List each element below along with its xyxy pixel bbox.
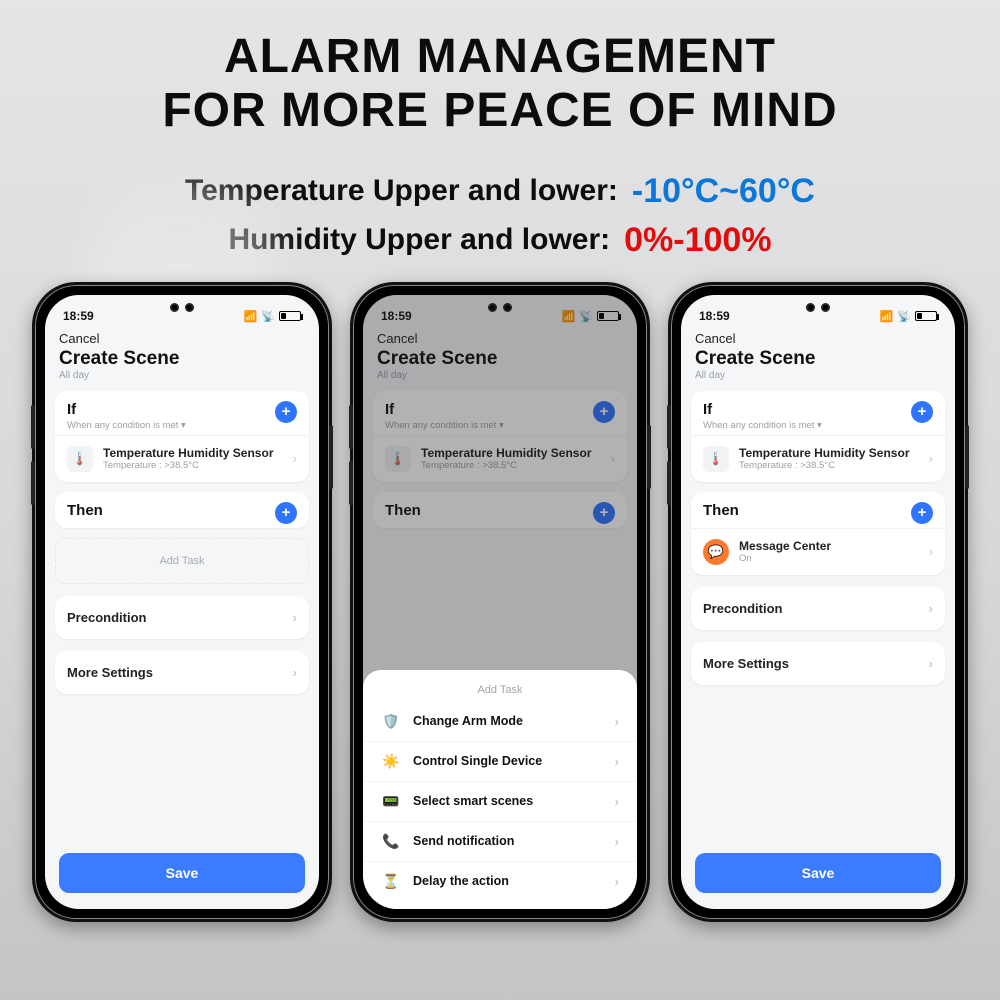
then-card: Then + [55, 492, 309, 528]
all-day-label: All day [45, 370, 319, 381]
battery-icon [915, 311, 937, 321]
condition-row[interactable]: 🌡️ Temperature Humidity Sensor Temperatu… [691, 435, 945, 482]
phone-mockup-3: 18:59 📶 📡 Cancel Create Scene All day If… [668, 282, 968, 922]
more-settings-label: More Settings [67, 665, 153, 680]
task-title: Message Center [739, 539, 919, 553]
add-condition-button[interactable]: + [275, 401, 297, 423]
more-settings-row[interactable]: More Settings › [691, 642, 945, 685]
option-icon: 📞 [381, 833, 401, 850]
chevron-right-icon: › [293, 610, 297, 625]
wifi-icon: 📡 [261, 310, 275, 323]
more-settings-row[interactable]: More Settings › [55, 651, 309, 694]
if-subtitle[interactable]: When any condition is met ▾ [703, 420, 822, 431]
sheet-title: Add Task [363, 680, 637, 702]
option-label: Control Single Device [413, 754, 542, 768]
option-icon: 🛡️ [381, 713, 401, 730]
thermometer-icon: 🌡️ [67, 446, 93, 472]
signal-icon: 📶 [244, 310, 258, 323]
sensor-name: Temperature Humidity Sensor [103, 446, 283, 460]
phone-mockup-1: 18:59 📶 📡 Cancel Create Scene All day If… [32, 282, 332, 922]
option-icon: ⏳ [381, 873, 401, 890]
sheet-option-4[interactable]: ⏳ Delay the action › [363, 861, 637, 901]
wifi-icon: 📡 [897, 310, 911, 323]
then-title: Then [703, 502, 739, 519]
add-condition-button[interactable]: + [911, 401, 933, 423]
thermometer-icon: 🌡️ [703, 446, 729, 472]
then-card: Then + 💬 Message Center On › [691, 492, 945, 575]
precondition-row[interactable]: Precondition › [55, 596, 309, 639]
save-button[interactable]: Save [59, 853, 305, 893]
cancel-button[interactable]: Cancel [695, 331, 735, 346]
if-card: If When any condition is met ▾ + 🌡️ Temp… [691, 391, 945, 482]
option-label: Delay the action [413, 874, 509, 888]
precondition-label: Precondition [67, 610, 146, 625]
if-card: If When any condition is met ▾ + 🌡️ Temp… [55, 391, 309, 482]
precondition-label: Precondition [703, 601, 782, 616]
if-title: If [67, 401, 186, 418]
battery-icon [279, 311, 301, 321]
chevron-right-icon: › [615, 874, 619, 889]
option-label: Select smart scenes [413, 794, 533, 808]
page-title: Create Scene [59, 348, 305, 370]
chevron-right-icon: › [929, 656, 933, 671]
page-title: Create Scene [695, 348, 941, 370]
then-title: Then [67, 502, 103, 519]
headline-line2: FOR MORE PEACE OF MIND [0, 84, 1000, 138]
temp-range-value: -10°C~60°C [632, 172, 815, 211]
signal-icon: 📶 [880, 310, 894, 323]
sheet-option-0[interactable]: 🛡️ Change Arm Mode › [363, 702, 637, 741]
chevron-right-icon: › [615, 754, 619, 769]
chevron-right-icon: › [929, 601, 933, 616]
cancel-button[interactable]: Cancel [59, 331, 99, 346]
message-icon: 💬 [703, 539, 729, 565]
sensor-detail: Temperature : >38.5°C [103, 460, 283, 471]
option-icon: ☀️ [381, 753, 401, 770]
sheet-option-2[interactable]: 📟 Select smart scenes › [363, 781, 637, 821]
save-button[interactable]: Save [695, 853, 941, 893]
add-task-placeholder[interactable]: Add Task [55, 538, 309, 584]
add-task-button[interactable]: + [911, 502, 933, 524]
chevron-right-icon: › [929, 451, 933, 466]
task-sub: On [739, 553, 919, 564]
chevron-right-icon: › [929, 544, 933, 559]
sheet-option-1[interactable]: ☀️ Control Single Device › [363, 741, 637, 781]
if-subtitle[interactable]: When any condition is met ▾ [67, 420, 186, 431]
all-day-label: All day [681, 370, 955, 381]
option-label: Change Arm Mode [413, 714, 523, 728]
chevron-right-icon: › [615, 714, 619, 729]
sensor-name: Temperature Humidity Sensor [739, 446, 919, 460]
phone-mockup-2: 18:59 📶 📡 Cancel Create Scene All day If… [350, 282, 650, 922]
precondition-row[interactable]: Precondition › [691, 587, 945, 630]
headline: ALARM MANAGEMENT FOR MORE PEACE OF MIND [0, 0, 1000, 138]
clock: 18:59 [699, 309, 730, 323]
option-label: Send notification [413, 834, 514, 848]
sheet-option-3[interactable]: 📞 Send notification › [363, 821, 637, 861]
add-task-sheet: Add Task 🛡️ Change Arm Mode › ☀️ Control Sin… [363, 670, 637, 909]
chevron-right-icon: › [615, 834, 619, 849]
add-task-button[interactable]: + [275, 502, 297, 524]
chevron-right-icon: › [615, 794, 619, 809]
humidity-range-label: Humidity Upper and lower: [228, 223, 610, 257]
more-settings-label: More Settings [703, 656, 789, 671]
sensor-detail: Temperature : >38.5°C [739, 460, 919, 471]
chevron-right-icon: › [293, 665, 297, 680]
humidity-range-value: 0%-100% [624, 221, 771, 260]
option-icon: 📟 [381, 793, 401, 810]
condition-row[interactable]: 🌡️ Temperature Humidity Sensor Temperatu… [55, 435, 309, 482]
if-title: If [703, 401, 822, 418]
chevron-right-icon: › [293, 451, 297, 466]
headline-line1: ALARM MANAGEMENT [0, 30, 1000, 84]
clock: 18:59 [63, 309, 94, 323]
task-row-message-center[interactable]: 💬 Message Center On › [691, 528, 945, 575]
